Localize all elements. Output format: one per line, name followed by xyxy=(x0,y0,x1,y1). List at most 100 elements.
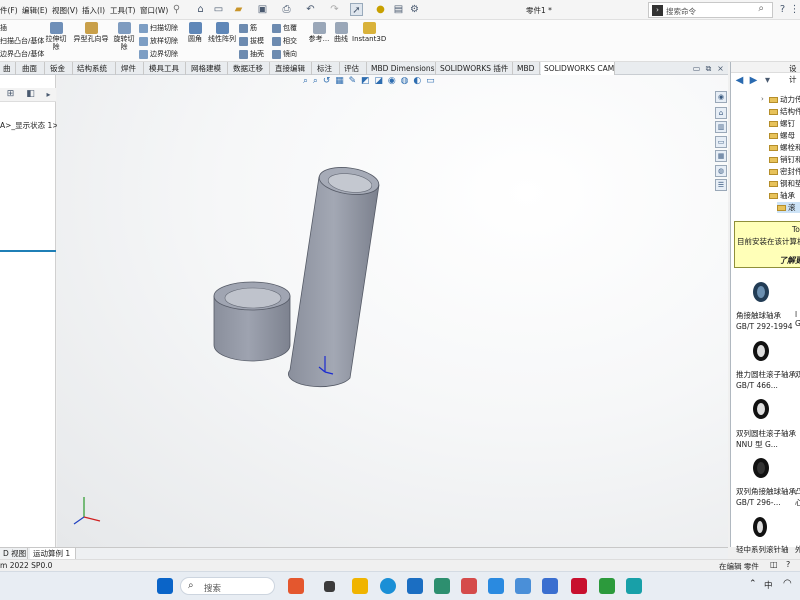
tab-mbd[interactable]: MBD xyxy=(514,62,540,75)
tab-data-migration[interactable]: 数据迁移 xyxy=(230,62,270,75)
learn-more-link[interactable]: 了解更 xyxy=(779,255,800,266)
redo-icon[interactable]: ↷ xyxy=(328,3,341,16)
tab-evaluate[interactable]: 评估 xyxy=(341,62,367,75)
custom-properties-icon[interactable]: ☰ xyxy=(715,179,727,191)
tall-cylinder-body[interactable] xyxy=(287,164,380,388)
menu-view[interactable]: 视图(V) xyxy=(52,5,78,16)
tab-structure-system[interactable]: 结构系统 xyxy=(74,62,116,75)
input-language-indicator[interactable]: 中 xyxy=(764,579,773,591)
draft-button[interactable]: 拔模 xyxy=(239,36,264,46)
swept-boss-button[interactable]: 扫描凸台/基体 xyxy=(0,36,44,46)
curves-button[interactable]: 曲线 xyxy=(332,22,350,43)
part-double-row-angular-contact-bearing[interactable]: 双列角接触球轴承 GB/T 296-... xyxy=(736,486,796,508)
spreadsheet-app-icon[interactable] xyxy=(434,578,450,594)
home-tab-icon[interactable]: ⌂ xyxy=(715,107,727,119)
graphics-area[interactable]: ⌕ ⌕ ↺ ▦ ✎ ◩ ◪ ◉ ◍ ◐ ▭ xyxy=(57,75,728,547)
overflow-menu-icon[interactable]: ⋮ xyxy=(788,3,800,16)
open-folder-icon[interactable]: ▰ xyxy=(232,3,245,16)
mirror-button[interactable]: 镜向 xyxy=(272,49,297,59)
status-help-icon[interactable]: ? xyxy=(786,560,790,569)
wifi-icon[interactable]: ◠ xyxy=(783,578,792,589)
copilot-app-icon[interactable] xyxy=(288,578,304,594)
reference-geometry-button[interactable]: 参考... xyxy=(306,22,332,43)
bearing-thumbnail-icon[interactable] xyxy=(753,399,769,419)
swept-cut-button[interactable]: 扫描切除 xyxy=(139,23,178,33)
tab-3d-view[interactable]: D 视图 xyxy=(0,548,28,559)
forward-icon[interactable]: ▶ xyxy=(747,74,760,87)
save-icon[interactable]: ▣ xyxy=(256,3,269,16)
boundary-boss-button[interactable]: 边界凸台/基体 xyxy=(0,49,44,59)
wrap-button[interactable]: 包覆 xyxy=(272,23,297,33)
linear-pattern-button[interactable]: 线性阵列 xyxy=(206,22,238,43)
bearing-thumbnail-icon[interactable] xyxy=(753,517,767,537)
instant3d-button[interactable]: Instant3D xyxy=(352,22,386,43)
tab-mold-tools[interactable]: 模具工具 xyxy=(146,62,186,75)
windows-start-icon[interactable] xyxy=(157,578,173,594)
tab-direct-editing[interactable]: 直接编辑 xyxy=(272,62,312,75)
menu-window[interactable]: 窗口(W) xyxy=(140,5,168,16)
edge-browser-icon[interactable] xyxy=(380,578,396,594)
cloud-app-icon[interactable] xyxy=(488,578,504,594)
tab-partial[interactable]: 曲 xyxy=(0,62,16,75)
design-library-icon[interactable]: ▥ xyxy=(715,121,727,133)
config-manager-icon[interactable]: ◧ xyxy=(24,88,37,101)
options-gear-icon[interactable]: ⚙ xyxy=(408,3,421,16)
new-document-icon[interactable]: ▭ xyxy=(212,3,225,16)
tree-item-nuts[interactable]: 螺母 xyxy=(769,130,795,141)
mail-app-icon[interactable] xyxy=(461,578,477,594)
lofted-cut-button[interactable]: 放样切除 xyxy=(139,36,178,46)
status-customize-icon[interactable]: ◫ xyxy=(770,560,778,569)
revolved-cut-button[interactable]: 旋转切除 xyxy=(112,22,136,51)
rebuild-icon[interactable]: ● xyxy=(374,3,387,16)
tray-expand-icon[interactable]: ⌃ xyxy=(749,579,757,589)
tree-item-power-transmission[interactable]: 动力传 xyxy=(769,94,800,105)
task-view-icon[interactable] xyxy=(324,581,335,592)
ribbon-insert-partial[interactable]: 插 xyxy=(0,23,7,33)
menu-file[interactable]: 件(F) xyxy=(0,5,18,16)
view-palette-icon[interactable]: ▦ xyxy=(715,150,727,162)
display-state-label[interactable]: A>_显示状态 1> xyxy=(0,120,59,131)
tab-sheet-metal[interactable]: 钣金 xyxy=(47,62,73,75)
tab-solidworks-cam[interactable]: SOLIDWORKS CAM xyxy=(541,62,615,75)
tree-item-bearings[interactable]: 轴承 xyxy=(769,190,795,201)
tree-item-structural[interactable]: 结构件 xyxy=(769,106,800,117)
pin-icon[interactable]: ⚲ xyxy=(170,3,183,16)
tab-mbd-dimensions[interactable]: MBD Dimensions xyxy=(368,62,436,75)
nav-dropdown-icon[interactable]: ▾ xyxy=(761,74,774,87)
solidworks-app-icon[interactable] xyxy=(571,578,587,594)
tree-item-rolling-bearings[interactable]: 滚 xyxy=(777,202,800,213)
green-app-icon[interactable] xyxy=(599,578,615,594)
tree-item-bolts[interactable]: 螺栓和 xyxy=(769,142,800,153)
boundary-cut-button[interactable]: 边界切除 xyxy=(139,49,178,59)
tree-item-pins[interactable]: 销钉和 xyxy=(769,154,800,165)
close-document-icon[interactable]: × xyxy=(714,62,727,75)
search-icon[interactable]: ⌕ xyxy=(758,3,764,14)
part-thrust-cylindrical-roller-bearing[interactable]: 推力圆柱滚子轴承 GB/T 466... xyxy=(736,369,796,391)
panel-scroll-right-icon[interactable]: ▸ xyxy=(42,88,55,101)
appearances-icon[interactable]: ◍ xyxy=(715,165,727,177)
tab-motion-study[interactable]: 运动算例 1 xyxy=(30,548,76,559)
store-app-icon[interactable] xyxy=(407,578,423,594)
part-needle-roller-bearing[interactable]: 轻中系列滚针轴 xyxy=(736,544,796,555)
file-properties-icon[interactable]: ▤ xyxy=(392,3,405,16)
menu-insert[interactable]: 插入(I) xyxy=(82,5,105,16)
tree-caret-power[interactable]: › xyxy=(761,95,764,103)
part-angular-contact-ball-bearing[interactable]: 角接触球轴承 GB/T 292-1994 xyxy=(736,310,796,332)
home-icon[interactable]: ⌂ xyxy=(194,3,207,16)
print-icon[interactable]: ⎙ xyxy=(280,3,293,16)
shell-button[interactable]: 抽壳 xyxy=(239,49,264,59)
tree-item-seals[interactable]: 密封件 xyxy=(769,166,800,177)
file-explorer-app-icon[interactable] xyxy=(352,578,368,594)
file-explorer-icon[interactable]: ▭ xyxy=(715,136,727,148)
menu-edit[interactable]: 编辑(E) xyxy=(22,5,48,16)
short-cylinder-body[interactable] xyxy=(213,281,291,362)
fillet-button[interactable]: 圆角 xyxy=(184,22,206,43)
taskbar-search-box[interactable]: ⌕ 搜索 xyxy=(180,577,275,595)
rib-button[interactable]: 筋 xyxy=(239,23,257,33)
hole-wizard-button[interactable]: 异型孔向导 xyxy=(72,22,110,43)
extruded-cut-button[interactable]: 拉伸切除 xyxy=(44,22,68,51)
tree-item-washers[interactable]: 钢和垫 xyxy=(769,178,800,189)
search-commands-input[interactable]: › 搜索命令 ⌕ xyxy=(648,2,773,18)
back-icon[interactable]: ◀ xyxy=(733,74,746,87)
bearing-thumbnail-icon[interactable] xyxy=(753,282,769,302)
